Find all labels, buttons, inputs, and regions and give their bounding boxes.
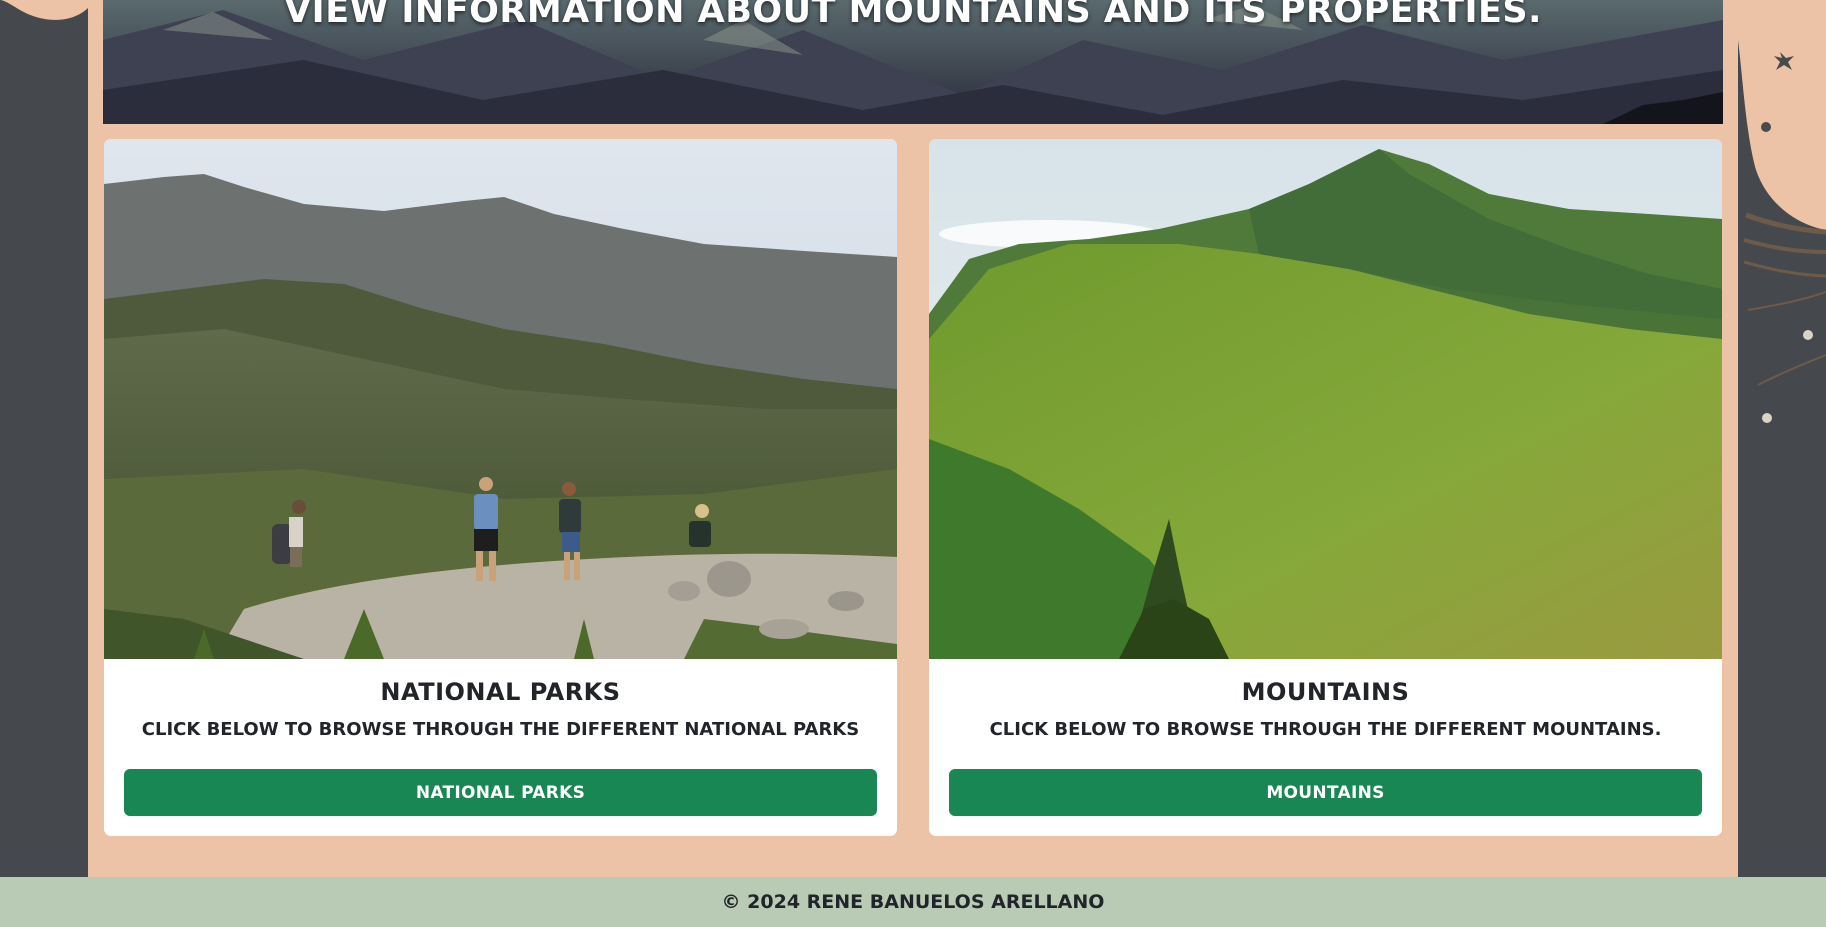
national-parks-button[interactable]: National Parks xyxy=(124,769,877,816)
national-parks-title: National Parks xyxy=(380,678,621,706)
copyright-text: © 2024 Rene Banuelos Arellano xyxy=(721,891,1105,913)
main-panel: View information about mountains and its… xyxy=(88,0,1738,877)
mountains-image xyxy=(929,139,1722,659)
mountains-card: Mountains Click below to browse through … xyxy=(929,139,1722,836)
left-side-decoration xyxy=(0,0,88,877)
footer: © 2024 Rene Banuelos Arellano xyxy=(0,877,1826,927)
hero-title: View information about mountains and its… xyxy=(284,0,1542,31)
national-parks-description: Click below to browse through the differ… xyxy=(141,719,860,740)
national-parks-image xyxy=(104,139,897,659)
hero-banner: View information about mountains and its… xyxy=(103,0,1723,124)
national-parks-card: National Parks Click below to browse thr… xyxy=(104,139,897,836)
right-side-decoration xyxy=(1738,0,1826,877)
mountains-title: Mountains xyxy=(1241,678,1410,706)
mountains-description: Click below to browse through the differ… xyxy=(989,719,1662,740)
mountains-button[interactable]: Mountains xyxy=(949,769,1702,816)
